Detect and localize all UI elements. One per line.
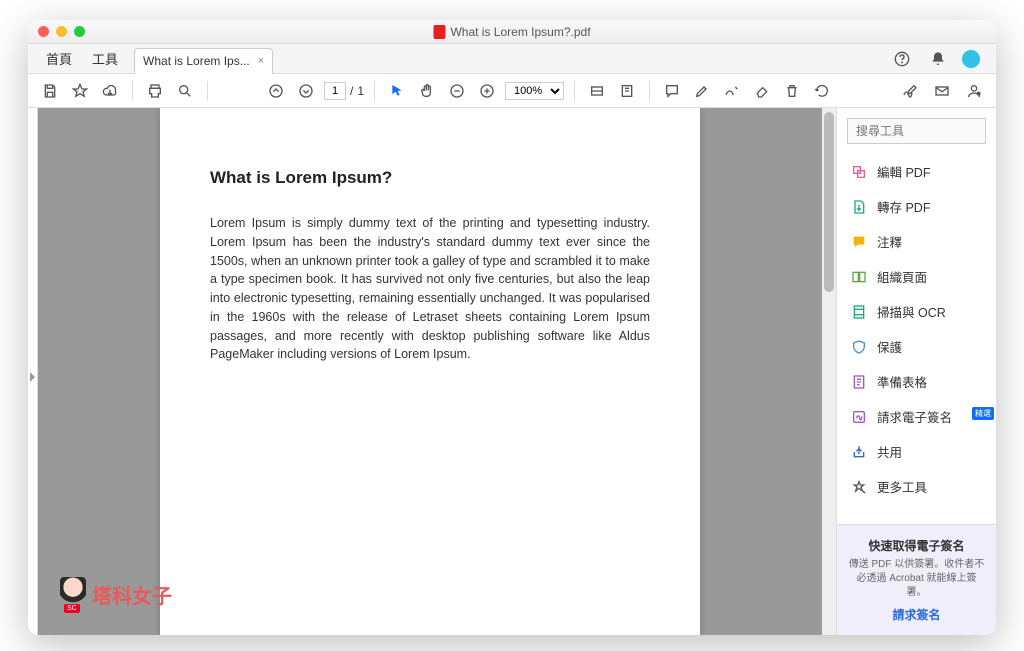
- document-body: Lorem Ipsum is simply dummy text of the …: [210, 214, 650, 364]
- window-title-text: What is Lorem Ipsum?.pdf: [450, 25, 590, 39]
- scan-ocr-icon: [851, 304, 867, 320]
- organize-icon: [851, 269, 867, 285]
- cloud-icon[interactable]: [98, 79, 122, 103]
- page-total: 1: [357, 84, 364, 98]
- left-rail[interactable]: [28, 108, 38, 635]
- tool-label: 準備表格: [877, 372, 927, 391]
- comment-icon: [851, 234, 867, 250]
- traffic-lights: [38, 26, 85, 37]
- tool-esign[interactable]: 請求電子簽名 精選: [841, 399, 992, 434]
- highlight-icon[interactable]: [690, 79, 714, 103]
- close-tab-button[interactable]: ×: [258, 55, 264, 67]
- tool-form[interactable]: 準備表格: [841, 364, 992, 399]
- tool-scan-ocr[interactable]: 掃描與 OCR: [841, 294, 992, 329]
- zoom-in-icon[interactable]: [475, 79, 499, 103]
- zoom-select[interactable]: 100%: [505, 82, 564, 100]
- minimize-window-button[interactable]: [56, 26, 67, 37]
- page-down-icon[interactable]: [294, 79, 318, 103]
- expand-rail-icon: [30, 372, 35, 382]
- tab-label: What is Lorem Ips...: [143, 54, 250, 68]
- share-circle-icon[interactable]: [962, 79, 986, 103]
- promo-body: 傳送 PDF 以供簽署。收件者不必透過 Acrobat 就能線上簽署。: [847, 558, 986, 600]
- toolbar: / 1 100%: [28, 74, 996, 108]
- watermark-badge: SC: [64, 604, 80, 613]
- tool-label: 轉存 PDF: [877, 197, 930, 216]
- menu-tools[interactable]: 工具: [82, 49, 128, 68]
- promo-link[interactable]: 請求簽名: [847, 606, 986, 623]
- fit-page-icon[interactable]: [615, 79, 639, 103]
- save-icon[interactable]: [38, 79, 62, 103]
- tool-more[interactable]: 更多工具: [841, 469, 992, 504]
- tool-badge: 精選: [972, 407, 994, 420]
- tool-label: 編輯 PDF: [877, 162, 930, 181]
- esign-icon: [851, 409, 867, 425]
- protect-icon: [851, 339, 867, 355]
- watermark-text: 塔科女子: [92, 580, 172, 609]
- star-icon[interactable]: [68, 79, 92, 103]
- sign-icon[interactable]: [898, 79, 922, 103]
- page-separator: /: [350, 84, 353, 98]
- search-doc-icon[interactable]: [173, 79, 197, 103]
- rotate-icon[interactable]: [810, 79, 834, 103]
- document-heading: What is Lorem Ipsum?: [210, 168, 650, 188]
- draw-icon[interactable]: [720, 79, 744, 103]
- user-avatar[interactable]: [962, 50, 980, 68]
- tool-label: 保護: [877, 337, 902, 356]
- maximize-window-button[interactable]: [74, 26, 85, 37]
- print-icon[interactable]: [143, 79, 167, 103]
- tool-label: 組織頁面: [877, 267, 927, 286]
- tool-label: 請求電子簽名: [877, 407, 952, 426]
- scrollbar-track[interactable]: [822, 108, 836, 635]
- app-window: What is Lorem Ipsum?.pdf 首頁 工具 What is L…: [28, 20, 996, 635]
- select-tool-icon[interactable]: [385, 79, 409, 103]
- document-viewport[interactable]: What is Lorem Ipsum? Lorem Ipsum is simp…: [38, 108, 822, 635]
- email-icon[interactable]: [930, 79, 954, 103]
- tool-organize[interactable]: 組織頁面: [841, 259, 992, 294]
- tool-label: 掃描與 OCR: [877, 302, 946, 321]
- page-number-input[interactable]: [324, 82, 346, 100]
- watermark: SC 塔科女子: [60, 577, 172, 611]
- share-icon: [851, 444, 867, 460]
- notifications-icon[interactable]: [926, 47, 950, 71]
- zoom-out-icon[interactable]: [445, 79, 469, 103]
- tool-comment[interactable]: 注釋: [841, 224, 992, 259]
- pdf-file-icon: [433, 25, 445, 39]
- erase-icon[interactable]: [750, 79, 774, 103]
- tool-edit-pdf[interactable]: 編輯 PDF: [841, 154, 992, 189]
- close-window-button[interactable]: [38, 26, 49, 37]
- promo-panel: 快速取得電子簽名 傳送 PDF 以供簽署。收件者不必透過 Acrobat 就能線…: [837, 524, 996, 635]
- content-area: What is Lorem Ipsum? Lorem Ipsum is simp…: [28, 108, 996, 635]
- window-title: What is Lorem Ipsum?.pdf: [433, 25, 590, 39]
- delete-icon[interactable]: [780, 79, 804, 103]
- menu-home[interactable]: 首頁: [36, 49, 82, 68]
- tool-share[interactable]: 共用: [841, 434, 992, 469]
- tool-label: 注釋: [877, 232, 902, 251]
- page-input-group: / 1: [324, 82, 364, 100]
- hand-tool-icon[interactable]: [415, 79, 439, 103]
- fit-width-icon[interactable]: [585, 79, 609, 103]
- menubar: 首頁 工具 What is Lorem Ips... ×: [28, 44, 996, 74]
- form-icon: [851, 374, 867, 390]
- document-tab[interactable]: What is Lorem Ips... ×: [134, 48, 273, 74]
- tools-list: 編輯 PDF 轉存 PDF 注釋組織頁面掃描與 OCR 保護準備表格請求電子簽名 精選共…: [837, 154, 996, 524]
- promo-title: 快速取得電子簽名: [847, 537, 986, 554]
- comment-icon[interactable]: [660, 79, 684, 103]
- titlebar: What is Lorem Ipsum?.pdf: [28, 20, 996, 44]
- watermark-avatar: SC: [60, 577, 86, 611]
- pdf-page: What is Lorem Ipsum? Lorem Ipsum is simp…: [160, 108, 700, 635]
- more-icon: [851, 479, 867, 495]
- tool-label: 更多工具: [877, 477, 927, 496]
- right-panel: 編輯 PDF 轉存 PDF 注釋組織頁面掃描與 OCR 保護準備表格請求電子簽名 精選共…: [836, 108, 996, 635]
- tool-label: 共用: [877, 442, 902, 461]
- search-tools-input[interactable]: [847, 118, 986, 144]
- scrollbar-thumb[interactable]: [824, 112, 834, 292]
- page-up-icon[interactable]: [264, 79, 288, 103]
- tool-protect[interactable]: 保護: [841, 329, 992, 364]
- tool-export-pdf[interactable]: 轉存 PDF: [841, 189, 992, 224]
- export-pdf-icon: [851, 199, 867, 215]
- edit-pdf-icon: [851, 164, 867, 180]
- help-icon[interactable]: [890, 47, 914, 71]
